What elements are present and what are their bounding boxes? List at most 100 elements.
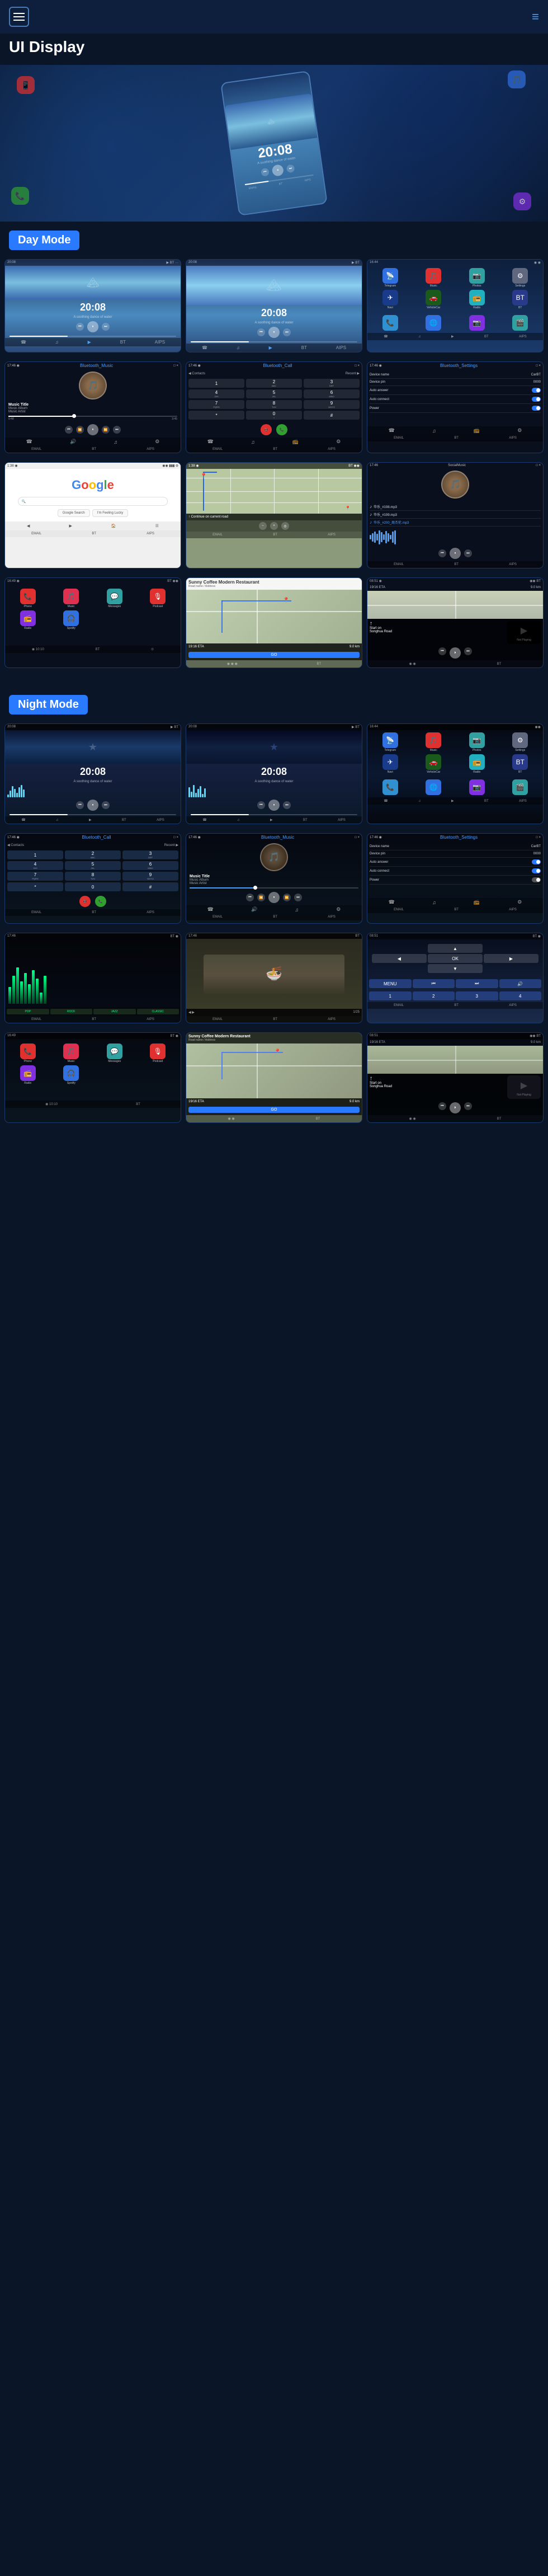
google-nav-item-2[interactable]: ▶ xyxy=(69,524,72,528)
dial-3[interactable]: 3DEF xyxy=(304,379,360,388)
bt-play[interactable]: ⏸ xyxy=(87,424,98,435)
night-bt-back[interactable]: ⏪ xyxy=(257,894,265,901)
screen-app-grid-day[interactable]: 16:44◉ ◉ 📡Telegram 🎵Music 📷Photos ⚙Setti… xyxy=(367,259,544,352)
screen-nav-map[interactable]: 1:38 ◉BT ◉◉ 📍 📍 xyxy=(186,462,362,568)
arrow-right[interactable]: ▶ xyxy=(484,954,538,963)
fn-btn-4[interactable]: 🔊 xyxy=(499,979,542,988)
bt-next[interactable]: ⏭ xyxy=(113,426,121,434)
night-prev-1[interactable]: ⏮ xyxy=(76,801,84,809)
screen-carplay-apps[interactable]: 16:49 ◉BT ◉◉ 📞Phone 🎵Music 💬Messages 🎙Po… xyxy=(4,577,181,668)
dial-5[interactable]: 5JKL xyxy=(246,389,302,398)
arrow-down[interactable]: ▼ xyxy=(428,964,483,973)
dial-2[interactable]: 2ABC xyxy=(246,379,302,388)
radio-app[interactable]: 📻 xyxy=(20,610,36,626)
night-dial-star[interactable]: * xyxy=(7,882,63,891)
screen-night-arrow-nav[interactable]: 08:51BT ◉ ▲ ◀ OK ▶ ▼ xyxy=(367,933,544,1023)
n-app-11[interactable]: 📷 xyxy=(469,779,485,795)
screen-night-app-grid[interactable]: 16:44◉◉ 📡Telegram 🎵Music 📷Photos ⚙Settin… xyxy=(367,723,544,824)
dial-1[interactable]: 1 xyxy=(188,379,244,388)
power-toggle[interactable] xyxy=(532,406,541,411)
prev-btn-2[interactable]: ⏮ xyxy=(257,328,265,336)
dial-6[interactable]: 6MNO xyxy=(304,389,360,398)
night-dial-0[interactable]: 0 xyxy=(65,882,121,891)
night-podcast-app[interactable]: 🎙 xyxy=(150,1043,166,1059)
map-zoom-in[interactable]: + xyxy=(270,522,278,530)
messages-app[interactable]: 💬 xyxy=(107,589,122,604)
map-zoom-out[interactable]: − xyxy=(259,522,267,530)
fn-btn-8[interactable]: 4 xyxy=(499,991,542,1000)
night-next-2[interactable]: ⏭ xyxy=(283,801,291,809)
fn-btn-7[interactable]: 3 xyxy=(456,991,498,1000)
bt-fwd10[interactable]: ⏩ xyxy=(102,426,110,434)
app-icon-6[interactable]: 🚗 xyxy=(426,290,441,305)
n-app-8[interactable]: BT xyxy=(512,754,528,770)
arrow-up[interactable]: ▲ xyxy=(428,944,483,953)
auto-connect-toggle[interactable] xyxy=(532,397,541,402)
google-search-btn[interactable]: Google Search xyxy=(58,509,90,517)
n-app-2[interactable]: 🎵 xyxy=(426,732,441,748)
screen-night-equalizer[interactable]: 17:46BT ◉ xyxy=(4,933,181,1023)
app-icon-10[interactable]: 🌐 xyxy=(426,315,441,331)
screen-night-bt-music[interactable]: 17:46 ◉ Bluetooth_Music □ × 🎵 Music Titl… xyxy=(186,833,362,924)
n-app-10[interactable]: 🌐 xyxy=(426,779,441,795)
night-music-app[interactable]: 🎵 xyxy=(63,1043,79,1059)
dial-9[interactable]: 9WXYZ xyxy=(304,400,360,409)
arrow-left[interactable]: ◀ xyxy=(372,954,427,963)
np-prev[interactable]: ⏮ xyxy=(438,647,446,655)
app-icon-2[interactable]: 🎵 xyxy=(426,268,441,284)
night-dial-5[interactable]: 5JKL xyxy=(65,861,121,870)
eq-btn-3[interactable]: JAZZ xyxy=(93,1009,136,1014)
screen-social-music[interactable]: 17:46 SocialMusic □ × 🎵 ♪ 华乐_#198.mp3 ♪ … xyxy=(367,462,544,568)
night-dial-3[interactable]: 3DEF xyxy=(122,850,178,859)
app-icon-7[interactable]: 📻 xyxy=(469,290,485,305)
screen-music-day-1[interactable]: 20:08▶ BT ··· 🏔 20:08 A soothing dance o… xyxy=(4,259,181,352)
night-dial-4[interactable]: 4GHI xyxy=(7,861,63,870)
podcast-app[interactable]: 🎙 xyxy=(150,589,166,604)
app-icon-4[interactable]: ⚙ xyxy=(512,268,528,284)
app-icon-9[interactable]: 📞 xyxy=(382,315,398,331)
go-button[interactable]: GO xyxy=(188,652,360,658)
app-icon-1[interactable]: 📡 xyxy=(382,268,398,284)
night-bt-next[interactable]: ⏭ xyxy=(294,894,302,901)
n-app-1[interactable]: 📡 xyxy=(382,732,398,748)
screen-night-music-2[interactable]: 20:08▶ BT ★ 20:08 A soothing dance of wa… xyxy=(186,723,362,824)
n-app-4[interactable]: ⚙ xyxy=(512,732,528,748)
fn-btn-2[interactable]: ⏮ xyxy=(413,979,455,988)
np-next[interactable]: ⏭ xyxy=(464,647,472,655)
eq-btn-1[interactable]: POP xyxy=(7,1009,49,1014)
next-btn[interactable]: ⏭ xyxy=(102,323,110,331)
night-np-next[interactable]: ⏭ xyxy=(464,1102,472,1110)
night-power-toggle[interactable] xyxy=(532,877,541,882)
social-prev[interactable]: ⏮ xyxy=(438,549,446,557)
night-bt-fwd[interactable]: ⏩ xyxy=(283,894,291,901)
end-call-btn[interactable]: 📵 xyxy=(261,424,272,435)
phone-app[interactable]: 📞 xyxy=(20,589,36,604)
next-btn-2[interactable]: ⏭ xyxy=(283,328,291,336)
night-np-play[interactable]: ⏵ xyxy=(450,1102,461,1113)
night-np-prev[interactable]: ⏮ xyxy=(438,1102,446,1110)
n-app-3[interactable]: 📷 xyxy=(469,732,485,748)
map-center[interactable]: ◎ xyxy=(281,522,289,530)
dial-star[interactable]: * xyxy=(188,411,244,420)
screen-night-not-playing[interactable]: 08:51◉◉ BT 19/16 ETA9.0 km ↑ Start on So… xyxy=(367,1032,544,1123)
night-play-2[interactable]: ⏸ xyxy=(268,800,280,811)
screen-night-music-1[interactable]: 20:08▶ BT ★ 20:08 A soothing dance of wa… xyxy=(4,723,181,824)
fn-btn-3[interactable]: ⏭ xyxy=(456,979,498,988)
play-btn[interactable]: ⏸ xyxy=(87,321,98,332)
eq-btn-4[interactable]: CLASSIC xyxy=(137,1009,179,1014)
screen-bt-settings[interactable]: 17:46 ◉ Bluetooth_Settings □ × Device na… xyxy=(367,361,544,453)
fn-btn-1[interactable]: MENU xyxy=(369,979,412,988)
screen-bt-music[interactable]: 17:46 ◉ Bluetooth_Music □ × 🎵 Music Titl… xyxy=(4,361,181,453)
night-bt-play[interactable]: ⏸ xyxy=(268,892,280,903)
google-lucky-btn[interactable]: I'm Feeling Lucky xyxy=(92,509,129,517)
answer-call-btn[interactable]: 📞 xyxy=(276,424,287,435)
social-play[interactable]: ⏸ xyxy=(450,548,461,559)
night-dial-6[interactable]: 6MNO xyxy=(122,861,178,870)
bt-back10[interactable]: ⏪ xyxy=(76,426,84,434)
night-auto-answer-toggle[interactable] xyxy=(532,859,541,864)
night-dial-2[interactable]: 2ABC xyxy=(65,850,121,859)
app-icon-11[interactable]: 📷 xyxy=(469,315,485,331)
night-spotify-app[interactable]: 🎧 xyxy=(63,1065,79,1081)
screen-night-nav[interactable]: Sunny Coffee Modern Restaurant Road name… xyxy=(186,1032,362,1123)
night-dial-8[interactable]: 8TUV xyxy=(65,872,121,881)
